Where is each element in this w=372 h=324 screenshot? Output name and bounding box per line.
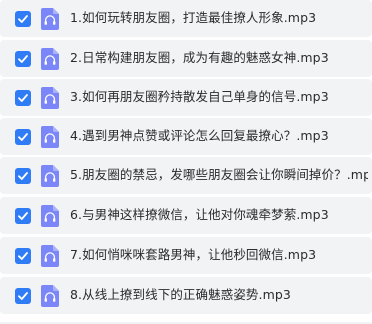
headphones-icon (41, 8, 59, 30)
checkbox-checked[interactable] (15, 129, 31, 145)
checkmark-icon (18, 55, 28, 63)
headphones-icon (41, 126, 59, 148)
file-name[interactable]: 2.日常构建朋友圈，成为有趣的魅惑女神.mp3 (70, 49, 368, 67)
checkbox-checked[interactable] (15, 248, 31, 264)
headphones-icon (41, 245, 59, 267)
checkmark-icon (18, 252, 28, 260)
checkmark-icon (18, 212, 28, 220)
checkbox-checked[interactable] (15, 208, 31, 224)
checkmark-icon (18, 172, 28, 180)
checkmark-icon (18, 15, 28, 23)
checkmark-icon (18, 133, 28, 141)
file-name[interactable]: 5.朋友圈的禁忌，发哪些朋友圈会让你瞬间掉价？.mp3 (70, 166, 368, 184)
file-row[interactable]: 8.从线上撩到线下的正确魅惑姿势.mp3 (0, 277, 372, 314)
checkbox-checked[interactable] (15, 288, 31, 304)
checkmark-icon (18, 94, 28, 102)
file-name[interactable]: 3.如何再朋友圈矜持散发自己单身的信号.mp3 (70, 88, 368, 106)
file-list: 1.如何玩转朋友圈，打造最佳撩人形象.mp3 2.日常构建朋友圈，成为有趣的魅惑… (0, 0, 372, 324)
headphones-icon (41, 48, 59, 70)
headphones-icon (41, 87, 59, 109)
file-name[interactable]: 6.与男神这样撩微信，让他对你魂牵梦萦.mp3 (70, 206, 368, 224)
file-row[interactable]: 6.与男神这样撩微信，让他对你魂牵梦萦.mp3 (0, 197, 372, 234)
file-name[interactable]: 4.遇到男神点赞或评论怎么回复最撩心？.mp3 (70, 127, 368, 145)
file-row[interactable]: 4.遇到男神点赞或评论怎么回复最撩心？.mp3 (0, 118, 372, 155)
file-row[interactable]: 3.如何再朋友圈矜持散发自己单身的信号.mp3 (0, 79, 372, 116)
file-row[interactable]: 2.日常构建朋友圈，成为有趣的魅惑女神.mp3 (0, 40, 372, 77)
headphones-icon (41, 205, 59, 227)
file-row[interactable]: 7.如何悄咪咪套路男神，让他秒回微信.mp3 (0, 237, 372, 274)
file-name[interactable]: 8.从线上撩到线下的正确魅惑姿势.mp3 (70, 286, 368, 304)
checkbox-checked[interactable] (15, 51, 31, 67)
headphones-icon (41, 285, 59, 307)
file-name[interactable]: 1.如何玩转朋友圈，打造最佳撩人形象.mp3 (70, 9, 368, 27)
file-row[interactable]: 1.如何玩转朋友圈，打造最佳撩人形象.mp3 (0, 0, 372, 37)
headphones-icon (41, 165, 59, 187)
checkbox-checked[interactable] (15, 168, 31, 184)
file-name[interactable]: 7.如何悄咪咪套路男神，让他秒回微信.mp3 (70, 246, 368, 264)
checkbox-checked[interactable] (15, 90, 31, 106)
checkbox-checked[interactable] (15, 11, 31, 27)
file-row[interactable]: 5.朋友圈的禁忌，发哪些朋友圈会让你瞬间掉价？.mp3 (0, 157, 372, 194)
checkmark-icon (18, 292, 28, 300)
